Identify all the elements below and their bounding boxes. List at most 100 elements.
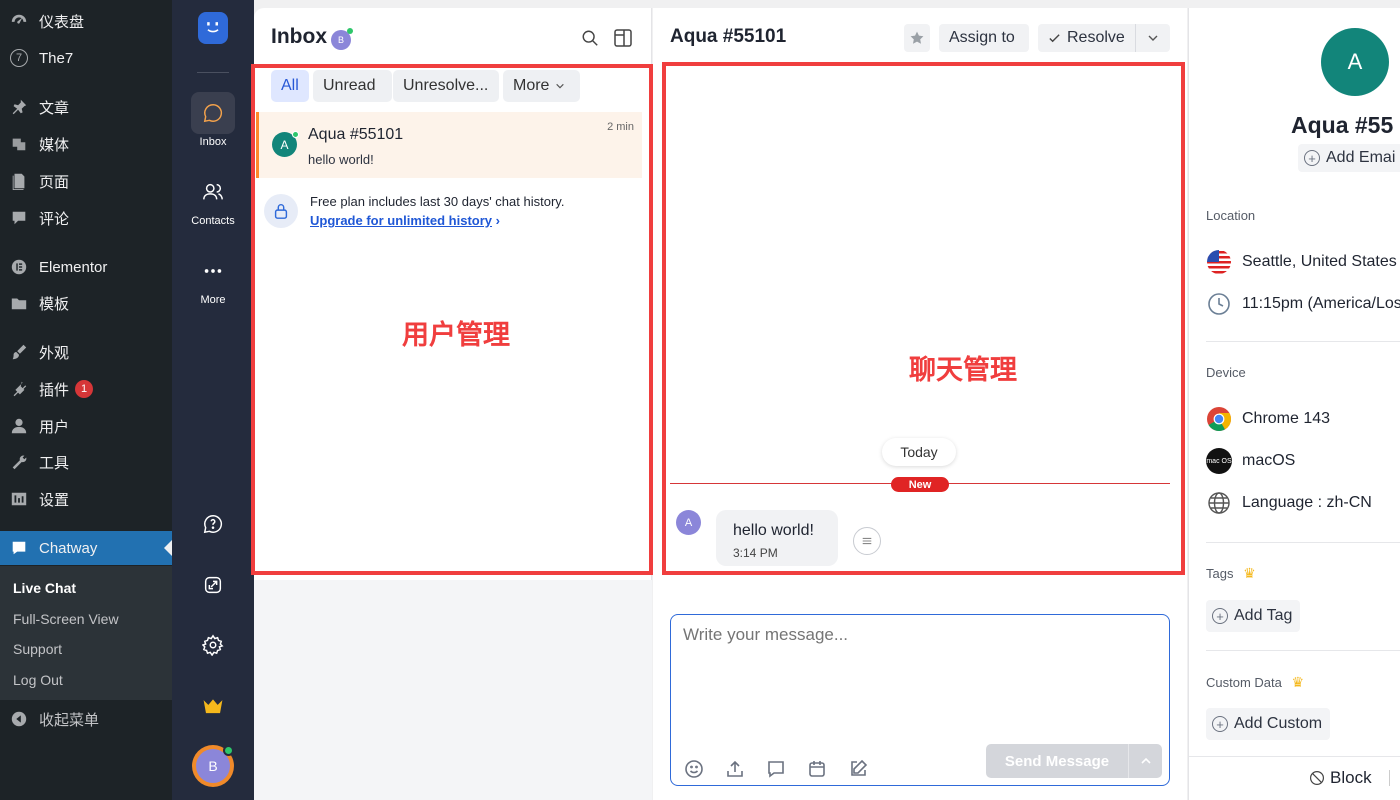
divider	[1206, 650, 1400, 651]
saved-reply-button[interactable]	[766, 759, 786, 779]
wp-menu-comments[interactable]: 评论	[0, 201, 172, 235]
panel-layout-icon	[614, 29, 632, 47]
annotation-box-chat-management	[662, 62, 1185, 575]
plugin-update-badge: 1	[75, 380, 94, 398]
rail-more-label: More	[200, 294, 226, 306]
search-button[interactable]	[581, 29, 599, 47]
note-button[interactable]	[848, 759, 868, 779]
comment-icon	[9, 208, 29, 228]
location-row: Seattle, United States	[1206, 249, 1397, 275]
rail-user-avatar[interactable]: B	[172, 745, 254, 787]
emoji-button[interactable]	[684, 759, 704, 779]
wp-menu-templates[interactable]: 模板	[0, 286, 172, 320]
wp-menu-media[interactable]: 媒体	[0, 127, 172, 161]
rail-open-external[interactable]	[172, 564, 254, 606]
message-composer: Send Message	[670, 614, 1170, 786]
collapse-arrow-icon	[9, 709, 29, 729]
toggle-panel-button[interactable]	[613, 28, 633, 48]
annotation-chat-management: 聊天管理	[909, 355, 1017, 385]
chatway-logo[interactable]	[172, 12, 254, 44]
wp-menu-users[interactable]: 用户	[0, 409, 172, 443]
elementor-icon	[9, 257, 29, 277]
wp-menu-appearance[interactable]: 外观	[0, 335, 172, 369]
check-icon	[1049, 33, 1060, 42]
more-dots-icon	[204, 269, 222, 273]
wp-menu-settings[interactable]: 设置	[0, 482, 172, 516]
wp-menu-label: 设置	[39, 491, 70, 509]
wp-menu-pages[interactable]: 页面	[0, 164, 172, 198]
wp-menu-label: Chatway	[39, 539, 98, 557]
rail-contacts[interactable]: Contacts	[172, 171, 254, 227]
wp-menu-label: 模板	[39, 295, 70, 313]
online-status-dot	[223, 745, 234, 756]
chatway-icon	[9, 538, 29, 558]
submenu-log-out[interactable]: Log Out	[13, 672, 63, 688]
resolve-button[interactable]: Resolve	[1038, 24, 1136, 52]
wp-menu-label: 仪表盘	[39, 13, 85, 31]
assign-to-label: Assign to	[949, 29, 1015, 46]
wp-menu-label: 媒体	[39, 136, 70, 154]
media-icon	[9, 134, 29, 154]
wp-menu-the7[interactable]: 7 The7	[0, 41, 172, 75]
contact-details-panel: A Aqua #55 + Add Emai Location Seattle, …	[1188, 8, 1400, 800]
message-input[interactable]	[683, 625, 1153, 725]
page-icon	[9, 171, 29, 191]
submenu-full-screen-view[interactable]: Full-Screen View	[13, 611, 119, 627]
divider	[1189, 756, 1400, 757]
chatway-nav-rail: Inbox Contacts More B	[172, 0, 254, 800]
rail-upgrade[interactable]	[172, 685, 254, 727]
the7-icon: 7	[9, 48, 29, 68]
wp-menu-label: 工具	[39, 454, 70, 472]
rail-inbox[interactable]: Inbox	[172, 92, 254, 148]
wp-collapse-menu[interactable]: 收起菜单	[0, 702, 172, 736]
send-message-button[interactable]: Send Message	[986, 744, 1162, 778]
device-section-title: Device	[1206, 365, 1246, 380]
chat-title: Aqua #55101	[670, 26, 787, 47]
schedule-button[interactable]	[807, 759, 827, 779]
wp-menu-tools[interactable]: 工具	[0, 445, 172, 479]
plus-circle-icon: +	[1212, 608, 1228, 624]
add-tag-button[interactable]: + Add Tag	[1206, 600, 1301, 632]
wp-menu-label: 评论	[39, 210, 70, 228]
add-email-button[interactable]: + Add Emai	[1298, 144, 1400, 172]
list-panel-footer	[254, 580, 652, 800]
assign-to-button[interactable]: Assign to	[939, 24, 1029, 52]
crown-icon: ♛	[1291, 674, 1305, 690]
globe-icon	[1206, 490, 1232, 516]
wp-menu-plugins[interactable]: 插件 1	[0, 372, 172, 406]
rail-divider	[197, 72, 229, 73]
add-custom-data-button[interactable]: + Add Custom	[1206, 708, 1331, 740]
location-text: Seattle, United States	[1242, 253, 1397, 270]
submenu-live-chat[interactable]: Live Chat	[13, 580, 76, 596]
wp-menu-elementor[interactable]: Elementor	[0, 250, 172, 284]
rail-more[interactable]: More	[172, 250, 254, 306]
star-button[interactable]	[904, 24, 930, 52]
wp-menu-label: 用户	[39, 418, 70, 436]
rail-settings[interactable]	[172, 624, 254, 666]
collapse-menu-label: 收起菜单	[39, 711, 100, 729]
submenu-support[interactable]: Support	[13, 641, 62, 657]
user-avatar: B	[192, 745, 234, 787]
upload-button[interactable]	[725, 759, 745, 779]
wp-menu-dashboard[interactable]: 仪表盘	[0, 4, 172, 38]
wp-menu-chatway[interactable]: Chatway	[0, 531, 172, 565]
wp-menu-label: 页面	[39, 173, 70, 191]
wp-menu-posts[interactable]: 文章	[0, 90, 172, 124]
send-message-label: Send Message	[1004, 752, 1110, 770]
wp-menu-label: Elementor	[39, 258, 108, 276]
wp-menu-label: 外观	[39, 344, 70, 362]
resolve-button-group: Resolve	[1038, 24, 1170, 52]
chevron-down-icon	[1148, 35, 1158, 41]
wp-menu-label: 插件	[39, 381, 70, 399]
block-button[interactable]: Block	[1309, 768, 1372, 788]
user-icon	[9, 416, 29, 436]
chatway-submenu: Live Chat Full-Screen View Support Log O…	[0, 566, 172, 700]
star-icon	[910, 31, 924, 44]
more-options-button[interactable]	[1389, 770, 1400, 786]
block-icon	[1310, 771, 1324, 785]
send-options-button[interactable]	[1128, 744, 1162, 778]
settings-icon	[9, 489, 29, 509]
rail-help[interactable]	[172, 503, 254, 545]
resolve-options-button[interactable]	[1136, 24, 1170, 52]
crown-icon: ♛	[1243, 565, 1256, 581]
